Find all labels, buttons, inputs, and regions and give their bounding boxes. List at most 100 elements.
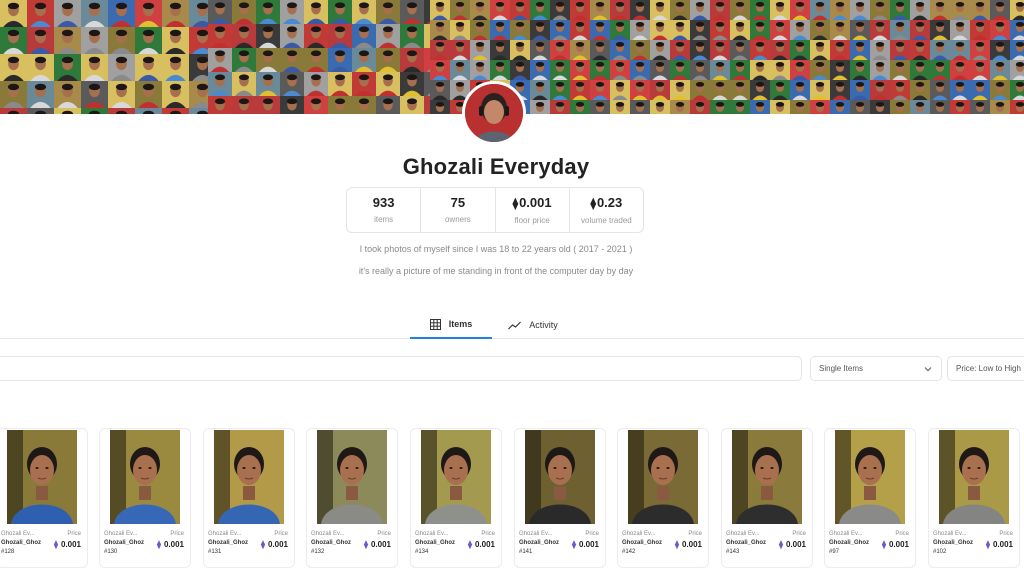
tab-activity-label: Activity xyxy=(529,320,558,330)
collection-title: Ghozali Everyday xyxy=(402,154,590,179)
item-price: ⧫ 0.001 xyxy=(779,540,806,549)
stat-volume-traded[interactable]: ⧫0.23 volume traded xyxy=(570,188,643,232)
stat-floor-price-label: floor price xyxy=(514,216,550,225)
item-price-value: 0.001 xyxy=(681,540,702,549)
item-price-value: 0.001 xyxy=(888,540,909,549)
item-photo xyxy=(110,430,180,524)
ethereum-icon: ⧫ xyxy=(882,540,886,549)
stat-volume-label: volume traded xyxy=(581,216,632,225)
item-card[interactable]: Ghozali Ev... Price Ghozali_Ghoz ⧫ 0.001 #142 xyxy=(617,428,709,568)
ethereum-icon: ⧫ xyxy=(54,540,58,549)
item-card[interactable]: Ghozali Ev... Price Ghozali_Ghoz ⧫ 0.001 #143 xyxy=(721,428,813,568)
item-name: Ghozali_Ghoz xyxy=(104,540,145,546)
stat-floor-price-row: ⧫0.001 xyxy=(496,196,569,211)
item-name: Ghozali_Ghoz xyxy=(208,540,249,546)
item-card[interactable]: Ghozali Ev... Price Ghozali_Ghoz ⧫ 0.001 #131 xyxy=(203,428,295,568)
stat-volume-row: ⧫0.23 xyxy=(570,196,643,211)
stat-owners-label: owners xyxy=(444,215,471,224)
ethereum-icon: ⧫ xyxy=(468,540,472,549)
item-name: Ghozali_Ghoz xyxy=(726,540,767,546)
ethereum-icon: ⧫ xyxy=(364,540,368,549)
item-collection-name: Ghozali Ev... xyxy=(933,531,967,537)
item-price-label: Price xyxy=(688,531,702,537)
item-number: #134 xyxy=(415,549,429,555)
ethereum-icon: ⧫ xyxy=(779,540,783,549)
item-type-select-value: Single Items xyxy=(819,364,864,373)
ethereum-icon: ⧫ xyxy=(261,540,265,549)
item-photo xyxy=(525,430,595,524)
item-card[interactable]: Ghozali Ev... Price Ghozali_Ghoz ⧫ 0.001 #132 xyxy=(306,428,398,568)
stat-floor-price-value: 0.001 xyxy=(519,195,552,210)
item-price-label: Price xyxy=(67,531,81,537)
item-type-select[interactable]: Single Items xyxy=(810,356,942,381)
item-grid: Ghozali Ev... Price Ghozali_Ghoz ⧫ 0.001 #128… xyxy=(0,428,1024,568)
item-price-label: Price xyxy=(274,531,288,537)
item-number: #102 xyxy=(933,549,947,555)
activity-icon xyxy=(508,321,522,330)
item-photo xyxy=(421,430,491,524)
item-collection-name: Ghozali Ev... xyxy=(311,531,345,537)
search-input[interactable] xyxy=(0,356,802,381)
item-photo xyxy=(939,430,1009,524)
item-price-label: Price xyxy=(999,531,1013,537)
item-price: ⧫ 0.001 xyxy=(468,540,495,549)
item-photo xyxy=(835,430,905,524)
tab-items-label: Items xyxy=(448,319,473,329)
item-collection-name: Ghozali Ev... xyxy=(208,531,242,537)
item-collection-name: Ghozali Ev... xyxy=(829,531,863,537)
item-price-value: 0.001 xyxy=(992,540,1013,549)
item-collection-name: Ghozali Ev... xyxy=(726,531,760,537)
tab-activity[interactable]: Activity xyxy=(502,311,564,339)
item-price-value: 0.001 xyxy=(785,540,806,549)
item-price: ⧫ 0.001 xyxy=(157,540,184,549)
stat-owners-value: 75 xyxy=(450,195,466,210)
item-price: ⧫ 0.001 xyxy=(572,540,599,549)
item-price-label: Price xyxy=(170,531,184,537)
stat-owners[interactable]: 75 owners xyxy=(421,188,496,232)
stat-items-value: 933 xyxy=(372,195,395,210)
item-card[interactable]: Ghozali Ev... Price Ghozali_Ghoz ⧫ 0.001 #130 xyxy=(99,428,191,568)
sort-select[interactable]: Price: Low to High xyxy=(947,356,1024,381)
chevron-down-icon xyxy=(924,367,932,372)
item-name: Ghozali_Ghoz xyxy=(519,540,560,546)
stat-volume-value: 0.23 xyxy=(596,195,623,210)
item-number: #128 xyxy=(1,549,15,555)
item-collection-name: Ghozali Ev... xyxy=(622,531,656,537)
item-price: ⧫ 0.001 xyxy=(675,540,702,549)
item-name: Ghozali_Ghoz xyxy=(622,540,663,546)
item-card[interactable]: Ghozali Ev... Price Ghozali_Ghoz ⧫ 0.001 #97 xyxy=(824,428,916,568)
item-photo xyxy=(732,430,802,524)
tab-items[interactable]: Items xyxy=(410,311,492,339)
collection-description-line-2: it's really a picture of me standing in … xyxy=(358,266,634,276)
item-price: ⧫ 0.001 xyxy=(882,540,909,549)
collection-tabs: Items Activity xyxy=(0,311,1024,339)
item-card[interactable]: Ghozali Ev... Price Ghozali_Ghoz ⧫ 0.001 #141 xyxy=(514,428,606,568)
stat-items[interactable]: 933 items xyxy=(347,188,422,232)
ethereum-icon: ⧫ xyxy=(157,540,161,549)
item-collection-name: Ghozali Ev... xyxy=(519,531,553,537)
item-number: #142 xyxy=(622,549,636,555)
item-name: Ghozali_Ghoz xyxy=(933,540,974,546)
item-collection-name: Ghozali Ev... xyxy=(415,531,449,537)
item-price: ⧫ 0.001 xyxy=(364,540,391,549)
item-card[interactable]: Ghozali Ev... Price Ghozali_Ghoz ⧫ 0.001 #102 xyxy=(928,428,1020,568)
item-price-label: Price xyxy=(585,531,599,537)
collection-avatar[interactable] xyxy=(462,81,526,145)
ethereum-icon: ⧫ xyxy=(986,540,990,549)
item-price-value: 0.001 xyxy=(60,540,81,549)
item-card[interactable]: Ghozali Ev... Price Ghozali_Ghoz ⧫ 0.001 #128 xyxy=(0,428,88,568)
item-card[interactable]: Ghozali Ev... Price Ghozali_Ghoz ⧫ 0.001 #134 xyxy=(410,428,502,568)
item-name: Ghozali_Ghoz xyxy=(311,540,352,546)
item-photo xyxy=(7,430,77,524)
item-collection-name: Ghozali Ev... xyxy=(1,531,35,537)
item-number: #132 xyxy=(311,549,325,555)
item-photo xyxy=(317,430,387,524)
item-number: #97 xyxy=(829,549,840,555)
item-photo xyxy=(214,430,284,524)
ethereum-icon: ⧫ xyxy=(590,198,596,210)
item-price-value: 0.001 xyxy=(474,540,495,549)
item-price-value: 0.001 xyxy=(370,540,391,549)
collection-stats: 933 items 75 owners ⧫0.001 floor price ⧫… xyxy=(346,187,644,233)
stat-floor-price[interactable]: ⧫0.001 floor price xyxy=(496,188,570,232)
item-number: #131 xyxy=(208,549,222,555)
